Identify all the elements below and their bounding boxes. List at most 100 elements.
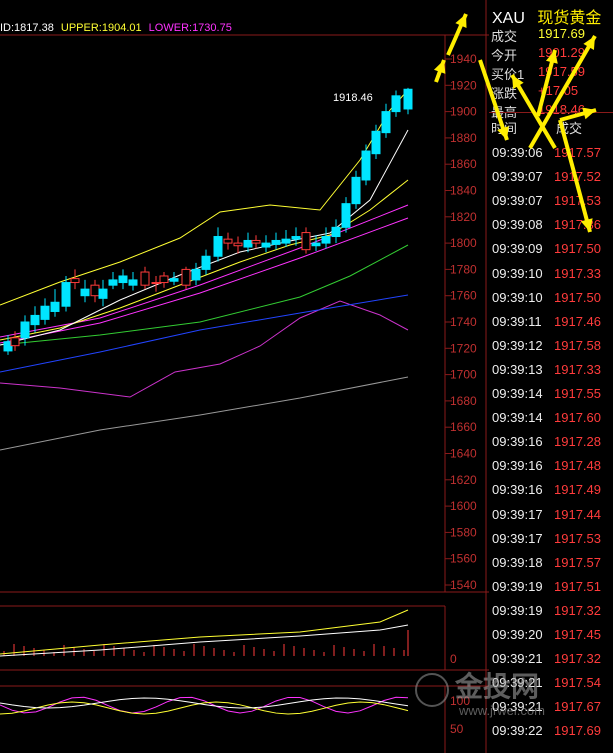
axis-label: 1720: [450, 341, 477, 355]
quote-label: 涨跌: [491, 86, 518, 101]
tick-time: 09:39:20: [492, 627, 543, 642]
quote-row: 涨跌 +17.05: [490, 83, 612, 101]
boll-upper-line: [0, 89, 409, 306]
quote-value: +17.05: [538, 83, 579, 98]
symbol-name: 现货黄金: [537, 10, 602, 27]
tick-time: 09:39:08: [492, 217, 543, 233]
tick-price: 1917.49: [554, 482, 601, 498]
candle-body: [381, 111, 391, 134]
moving-averages: [0, 89, 409, 451]
tick-time: 09:39:10: [492, 265, 543, 281]
tick-price: 1917.48: [554, 458, 601, 474]
tick-time: 09:39:09: [492, 241, 543, 257]
tick-row[interactable]: 09:39:16 1917.48: [492, 458, 610, 482]
tick-row[interactable]: 09:39:19 1917.51: [492, 579, 610, 603]
tick-time: 09:39:18: [492, 554, 543, 570]
tick-time: 09:39:13: [492, 361, 543, 377]
axis-label: 1860: [450, 157, 477, 171]
candle-body: [169, 278, 179, 282]
candle-body: [140, 271, 150, 286]
candle-body: [311, 242, 321, 247]
candle-body: [159, 275, 169, 284]
candle-body: [151, 282, 161, 285]
tick-row[interactable]: 09:39:14 1917.60: [492, 410, 610, 434]
symbol-title: XAU 现货黄金: [492, 4, 601, 28]
candle-body: [191, 268, 201, 281]
candle-body: [351, 176, 361, 205]
candle-body: [341, 203, 351, 228]
tick-price: 1917.53: [554, 530, 601, 546]
tick-row[interactable]: 09:39:09 1917.50: [492, 241, 610, 265]
tick-row[interactable]: 09:39:06 1917.57: [492, 145, 610, 169]
tick-row[interactable]: 09:39:19 1917.32: [492, 603, 610, 627]
candle-body: [361, 150, 371, 181]
axis-label: 1600: [450, 499, 477, 513]
axis-label: 1840: [450, 184, 477, 198]
tick-row[interactable]: 09:39:16 1917.28: [492, 434, 610, 458]
tick-price: 1917.32: [554, 602, 601, 618]
tick-row[interactable]: 09:39:14 1917.55: [492, 386, 610, 410]
candle-body: [301, 232, 311, 251]
tick-price: 1917.46: [554, 313, 601, 329]
tick-price: 1917.36: [554, 217, 601, 233]
tick-row[interactable]: 09:39:18 1917.57: [492, 555, 610, 579]
candle-body: [181, 268, 191, 286]
tick-price: 1917.57: [554, 554, 601, 570]
tick-row[interactable]: 09:39:08 1917.36: [492, 217, 610, 241]
tick-row[interactable]: 09:39:13 1917.33: [492, 362, 610, 386]
ma-magenta-line: [0, 217, 409, 344]
candle-body: [391, 95, 401, 113]
tick-row[interactable]: 09:39:07 1917.53: [492, 193, 610, 217]
candle-body: [80, 288, 90, 297]
axis-label: 1900: [450, 105, 477, 119]
candle-body: [40, 305, 50, 320]
axis-label: 1820: [450, 210, 477, 224]
volume-panel: [0, 609, 409, 657]
tick-price: 1917.32: [554, 651, 601, 667]
tick-time: 09:39:19: [492, 578, 543, 594]
quote-panel: XAU 现货黄金 成交 1917.69 今开 1901.29 买价1 1917.59 涨跌 +…: [489, 0, 613, 753]
tick-row[interactable]: 09:39:16 1917.49: [492, 482, 610, 506]
candle-body: [98, 288, 108, 299]
tick-price: 1917.69: [554, 723, 601, 739]
tick-row[interactable]: 09:39:10 1917.33: [492, 266, 610, 290]
candle-body: [70, 278, 80, 284]
tick-price: 1917.51: [554, 578, 601, 594]
peak-label: 1918.46: [333, 92, 373, 104]
osc-line-magenta: [0, 696, 409, 714]
tick-row[interactable]: 09:39:07 1917.52: [492, 169, 610, 193]
watermark-url: www.jrwei.com: [459, 703, 545, 718]
candle-body: [291, 236, 301, 240]
tick-row[interactable]: 09:39:17 1917.53: [492, 531, 610, 555]
axis-label: 1580: [450, 525, 477, 539]
candle-body: [50, 301, 60, 312]
candle-body: [281, 238, 291, 244]
tick-price: 1917.50: [554, 241, 601, 257]
tick-time: 09:39:14: [492, 410, 543, 426]
tick-row[interactable]: 09:39:12 1917.58: [492, 338, 610, 362]
tick-row[interactable]: 09:39:10 1917.50: [492, 290, 610, 314]
axis-label: 1780: [450, 262, 477, 276]
candles: [3, 87, 413, 355]
candlestick-chart[interactable]: 1940 1920 1900 1880 1860 1840 1820 1800 1780 1760…: [0, 0, 489, 753]
tick-time: 09:39:17: [492, 506, 543, 522]
axis-label: 1660: [450, 420, 477, 434]
watermark-brand: 金投网: [455, 671, 540, 702]
quote-value: 1901.29: [538, 45, 585, 60]
tick-row[interactable]: 09:39:11 1917.46: [492, 314, 610, 338]
tick-row[interactable]: 09:39:20 1917.45: [492, 627, 610, 651]
axis-label: 1700: [450, 368, 477, 382]
trading-terminal: 1940 1920 1900 1880 1860 1840 1820 1800 1780 1760…: [0, 0, 613, 753]
tick-row[interactable]: 09:39:22 1917.69: [492, 723, 610, 747]
quote-row: 成交 1917.69: [490, 26, 612, 44]
tick-time: 09:39:06: [492, 145, 543, 160]
tick-time: 09:39:19: [492, 602, 543, 618]
tick-time: 09:39:17: [492, 530, 543, 546]
axis-label: 1760: [450, 289, 477, 303]
tick-price: 1917.58: [554, 337, 601, 353]
tick-price: 1917.50: [554, 289, 601, 305]
tick-row[interactable]: 09:39:17 1917.44: [492, 507, 610, 531]
tick-time: 09:39:16: [492, 458, 543, 474]
tick-price: 1917.57: [554, 145, 601, 160]
tick-time: 09:39:16: [492, 434, 543, 450]
